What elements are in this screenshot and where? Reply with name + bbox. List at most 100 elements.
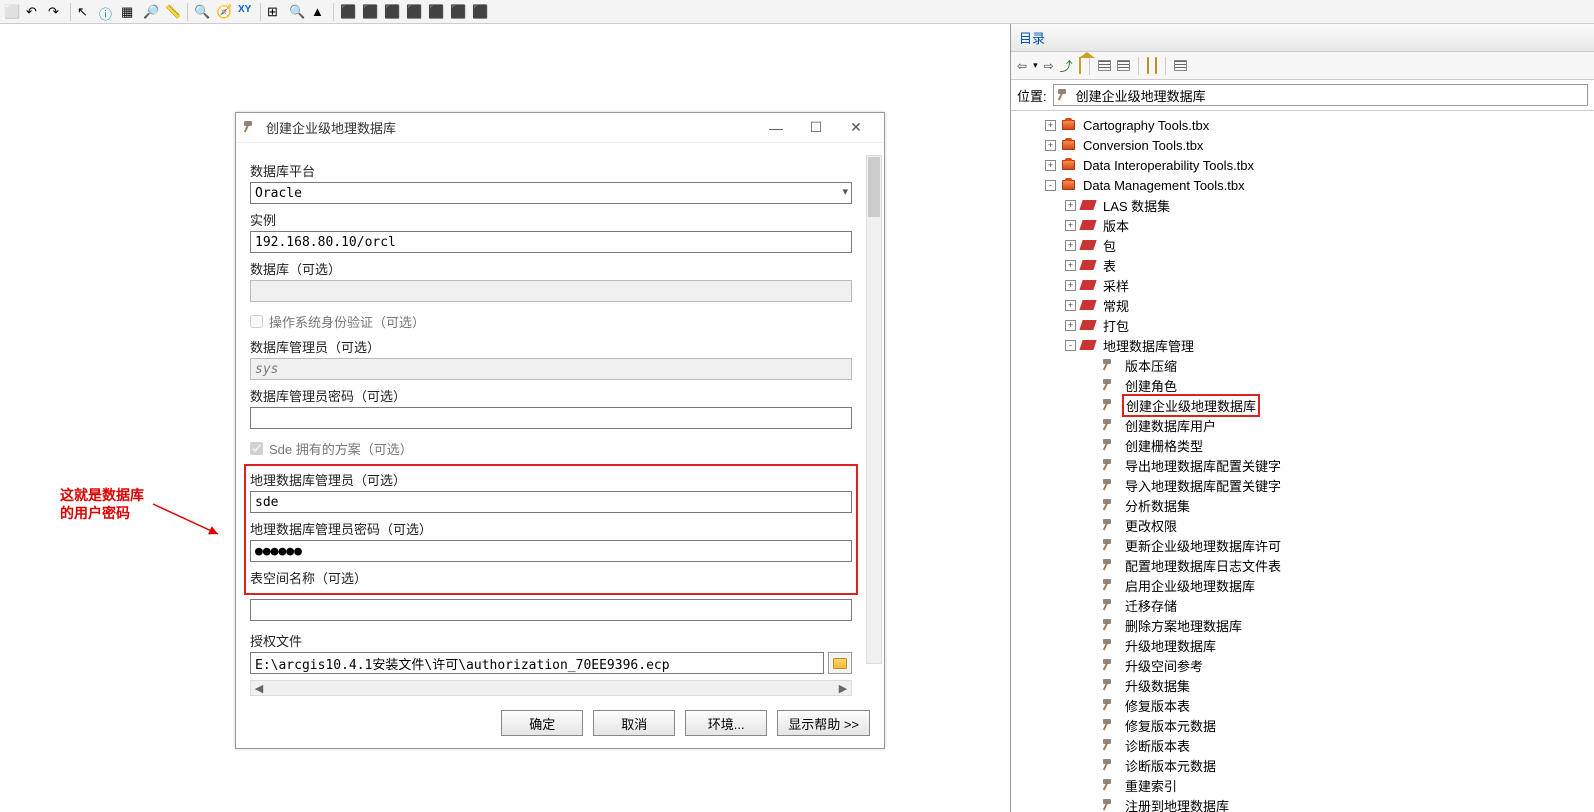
- list-icon[interactable]: [1117, 60, 1130, 71]
- expand-toggle[interactable]: +: [1065, 220, 1076, 231]
- tree-item[interactable]: +采样: [1017, 275, 1594, 295]
- vertical-scrollbar[interactable]: [866, 155, 882, 664]
- minimize-button[interactable]: —: [756, 116, 796, 140]
- expand-toggle[interactable]: +: [1065, 280, 1076, 291]
- tree-item[interactable]: +Conversion Tools.tbx: [1017, 135, 1594, 155]
- expand-toggle[interactable]: +: [1065, 300, 1076, 311]
- auth-file-input[interactable]: [250, 652, 824, 674]
- toolbar-icon[interactable]: 🔍: [289, 4, 305, 20]
- expand-toggle[interactable]: +: [1065, 260, 1076, 271]
- toolbar-icon[interactable]: 🔎: [143, 4, 159, 20]
- maximize-button[interactable]: ☐: [796, 116, 836, 140]
- horizontal-scrollbar[interactable]: ◀ ▶: [250, 680, 852, 696]
- database-input[interactable]: [250, 280, 852, 302]
- db-admin-pwd-input[interactable]: [250, 407, 852, 429]
- tree-item[interactable]: 导出地理数据库配置关键字: [1017, 455, 1594, 475]
- tree-item[interactable]: +打包: [1017, 315, 1594, 335]
- scroll-right-icon[interactable]: ▶: [835, 681, 851, 695]
- tree-item[interactable]: 更新企业级地理数据库许可: [1017, 535, 1594, 555]
- tree-item[interactable]: 创建栅格类型: [1017, 435, 1594, 455]
- toolbar-icon[interactable]: ⬛: [428, 4, 444, 20]
- show-help-button[interactable]: 显示帮助 >>: [777, 710, 870, 736]
- toolbar-icon[interactable]: ↶: [26, 4, 42, 20]
- tree-item[interactable]: 诊断版本表: [1017, 735, 1594, 755]
- dialog-titlebar[interactable]: 创建企业级地理数据库 — ☐ ✕: [236, 113, 884, 143]
- tree-item[interactable]: 删除方案地理数据库: [1017, 615, 1594, 635]
- toolbar-icon[interactable]: ⬛: [362, 4, 378, 20]
- toolbar-icon[interactable]: ↷: [48, 4, 64, 20]
- toolbar-icon[interactable]: ▦: [121, 4, 137, 20]
- tree-item[interactable]: 升级数据集: [1017, 675, 1594, 695]
- pointer-icon[interactable]: ↖: [77, 4, 93, 20]
- toolbar-icon[interactable]: ⬛: [406, 4, 422, 20]
- xy-icon[interactable]: XY: [238, 4, 254, 20]
- tree-item[interactable]: 创建企业级地理数据库: [1017, 395, 1594, 415]
- info-icon[interactable]: ⓘ: [99, 4, 115, 20]
- tree-item[interactable]: 更改权限: [1017, 515, 1594, 535]
- expand-toggle[interactable]: +: [1065, 200, 1076, 211]
- tree-item[interactable]: +表: [1017, 255, 1594, 275]
- tablespace-input[interactable]: [250, 599, 852, 621]
- tree-item[interactable]: 分析数据集: [1017, 495, 1594, 515]
- list-icon[interactable]: [1098, 60, 1111, 71]
- folder-icon[interactable]: [1147, 58, 1149, 73]
- tree-item[interactable]: 启用企业级地理数据库: [1017, 575, 1594, 595]
- options-icon[interactable]: [1174, 60, 1187, 71]
- toolbar-icon[interactable]: ⬛: [384, 4, 400, 20]
- tree-item[interactable]: -地理数据库管理: [1017, 335, 1594, 355]
- tree-item[interactable]: -Data Management Tools.tbx: [1017, 175, 1594, 195]
- tree-item[interactable]: 注册到地理数据库: [1017, 795, 1594, 812]
- tree-item[interactable]: 配置地理数据库日志文件表: [1017, 555, 1594, 575]
- toolbar-icon[interactable]: 📏: [165, 4, 181, 20]
- back-icon[interactable]: ⇦: [1017, 59, 1027, 73]
- folder-icon[interactable]: [1155, 58, 1157, 73]
- expand-toggle[interactable]: +: [1045, 120, 1056, 131]
- home-icon[interactable]: [1079, 58, 1081, 73]
- tree-item[interactable]: +版本: [1017, 215, 1594, 235]
- gdb-admin-pwd-input[interactable]: [250, 540, 852, 562]
- db-admin-input[interactable]: [250, 358, 852, 380]
- environments-button[interactable]: 环境...: [685, 710, 767, 736]
- tree-item[interactable]: +常规: [1017, 295, 1594, 315]
- db-platform-select[interactable]: [250, 182, 852, 204]
- tree-item[interactable]: +Data Interoperability Tools.tbx: [1017, 155, 1594, 175]
- ok-button[interactable]: 确定: [501, 710, 583, 736]
- tree-item[interactable]: 重建索引: [1017, 775, 1594, 795]
- expand-toggle[interactable]: -: [1045, 180, 1056, 191]
- browse-file-button[interactable]: [828, 652, 852, 674]
- expand-toggle[interactable]: +: [1045, 160, 1056, 171]
- expand-toggle[interactable]: +: [1045, 140, 1056, 151]
- toolbar-icon[interactable]: ⊞: [267, 4, 283, 20]
- toolbar-icon[interactable]: ⬛: [450, 4, 466, 20]
- tree-item[interactable]: 修复版本表: [1017, 695, 1594, 715]
- tree-item[interactable]: 版本压缩: [1017, 355, 1594, 375]
- scroll-left-icon[interactable]: ◀: [251, 681, 267, 695]
- tree-item[interactable]: 诊断版本元数据: [1017, 755, 1594, 775]
- tree-item[interactable]: +LAS 数据集: [1017, 195, 1594, 215]
- tree-item[interactable]: +包: [1017, 235, 1594, 255]
- toolbar-icon[interactable]: ⬜: [4, 4, 20, 20]
- tree-item[interactable]: 升级地理数据库: [1017, 635, 1594, 655]
- tree-item[interactable]: 修复版本元数据: [1017, 715, 1594, 735]
- toolbar-icon[interactable]: ⬛: [472, 4, 488, 20]
- tree-item[interactable]: 迁移存储: [1017, 595, 1594, 615]
- cancel-button[interactable]: 取消: [593, 710, 675, 736]
- gdb-admin-input[interactable]: [250, 491, 852, 513]
- instance-input[interactable]: [250, 231, 852, 253]
- forward-icon[interactable]: ⇨: [1044, 59, 1054, 73]
- location-input[interactable]: 创建企业级地理数据库: [1053, 84, 1588, 106]
- expand-toggle[interactable]: +: [1065, 320, 1076, 331]
- up-icon[interactable]: ⤴: [1060, 56, 1073, 75]
- tree-item[interactable]: 导入地理数据库配置关键字: [1017, 475, 1594, 495]
- expand-toggle[interactable]: +: [1065, 240, 1076, 251]
- tree-item[interactable]: 升级空间参考: [1017, 655, 1594, 675]
- find-icon[interactable]: 🔍: [194, 4, 210, 20]
- toolbar-icon[interactable]: ▲: [311, 4, 327, 20]
- toolbar-icon[interactable]: ⬛: [340, 4, 356, 20]
- catalog-tree[interactable]: +Cartography Tools.tbx+Conversion Tools.…: [1011, 111, 1594, 812]
- expand-toggle[interactable]: -: [1065, 340, 1076, 351]
- tree-item[interactable]: +Cartography Tools.tbx: [1017, 115, 1594, 135]
- tree-item[interactable]: 创建数据库用户: [1017, 415, 1594, 435]
- tree-item[interactable]: 创建角色: [1017, 375, 1594, 395]
- close-button[interactable]: ✕: [836, 116, 876, 140]
